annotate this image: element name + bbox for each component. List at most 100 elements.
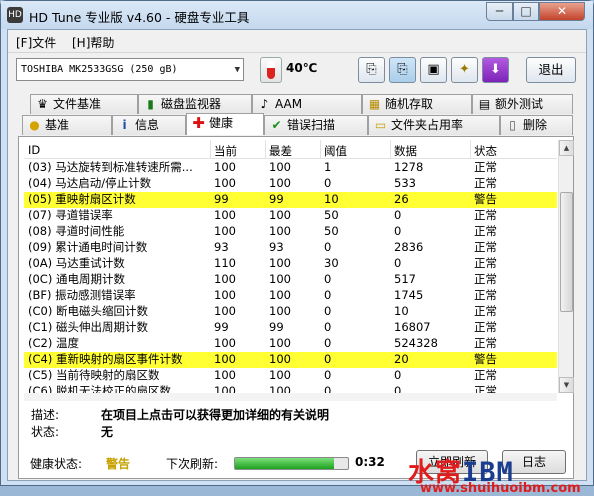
info-icon: i <box>122 118 127 132</box>
next-refresh-label: 下次刷新: <box>166 457 219 471</box>
exit-button[interactable]: 退出 <box>526 57 576 83</box>
cell-status: 正常 <box>474 304 497 318</box>
cell-id: (C6) 脱机无法校正的扇区数 <box>28 384 171 393</box>
table-row[interactable]: (C0) 断电磁头缩回计数 100 100 0 10 正常 <box>24 304 557 320</box>
cell-data: 26 <box>394 192 409 206</box>
cell-status: 正常 <box>474 368 497 382</box>
minimize-button[interactable]: ─ <box>486 2 513 21</box>
cell-threshold: 30 <box>324 256 339 270</box>
tab-folder-usage[interactable]: ▭ 文件夹占用率 <box>368 115 500 135</box>
save-icon[interactable]: ▣ <box>420 57 447 83</box>
column-header-status[interactable]: 状态 <box>474 143 497 159</box>
cell-data: 0 <box>394 368 402 382</box>
scroll-down-icon[interactable]: ▼ <box>559 377 574 393</box>
tab-label: 健康 <box>209 116 234 130</box>
tab-aam[interactable]: ♪ AAM <box>252 94 362 114</box>
column-header-data[interactable]: 数据 <box>394 143 417 159</box>
cell-status: 正常 <box>474 240 497 254</box>
tab-label: 信息 <box>135 118 160 132</box>
table-row[interactable]: (05) 重映射扇区计数 99 99 10 26 警告 <box>24 192 557 208</box>
smart-table: ID 当前 最差 阈值 数据 状态 (03) 马达旋转到标准转速所需... 100… <box>24 140 557 393</box>
download-icon[interactable]: ⬇ <box>482 57 509 83</box>
table-row[interactable]: (C6) 脱机无法校正的扇区数 100 100 0 0 正常 <box>24 384 557 393</box>
menu-help[interactable]: [H]帮助 <box>72 34 114 51</box>
column-header-id[interactable]: ID <box>28 143 40 157</box>
maximize-button[interactable]: □ <box>513 2 539 21</box>
drive-select-value: TOSHIBA MK2533GSG (250 gB) <box>21 64 178 75</box>
description-value: 在项目上点击可以获得更加详细的有关说明 <box>101 408 330 422</box>
tab-error-scan[interactable]: ✔ 错误扫描 <box>264 115 368 135</box>
tab-random-access[interactable]: ▦ 随机存取 <box>362 94 472 114</box>
cell-threshold: 0 <box>324 288 332 302</box>
cell-id: (08) 寻道时间性能 <box>28 224 125 238</box>
cell-threshold: 10 <box>324 192 339 206</box>
copy-info-icon[interactable]: ⎘ <box>389 57 416 83</box>
column-header-worst[interactable]: 最差 <box>269 143 292 159</box>
tab-disk-monitor[interactable]: ▮ 磁盘监视器 <box>138 94 252 114</box>
title-bar[interactable]: HD HD Tune 专业版 v4.60 - 硬盘专业工具 ─ □ ✕ <box>1 1 593 29</box>
cell-status: 正常 <box>474 272 497 286</box>
tab-health[interactable]: ✚ 健康 <box>186 113 264 135</box>
table-row[interactable]: (BF) 振动感测错误率 100 100 0 1745 正常 <box>24 288 557 304</box>
close-button[interactable]: ✕ <box>539 2 585 21</box>
cell-data: 1745 <box>394 288 424 302</box>
column-divider <box>390 140 391 159</box>
table-row[interactable]: (07) 寻道错误率 100 100 50 0 正常 <box>24 208 557 224</box>
table-row[interactable]: (C5) 当前待映射的扇区数 100 100 0 0 正常 <box>24 368 557 384</box>
health-panel: ID 当前 最差 阈值 数据 状态 (03) 马达旋转到标准转速所需... 100… <box>18 136 574 479</box>
horizontal-scrollbar[interactable] <box>24 393 557 401</box>
erase-icon: ▯ <box>509 118 516 132</box>
cell-id: (03) 马达旋转到标准转速所需... <box>28 160 193 174</box>
table-row[interactable]: (0C) 通电周期计数 100 100 0 517 正常 <box>24 272 557 288</box>
toolbar-divider <box>8 52 586 53</box>
status-value: 无 <box>101 425 114 439</box>
copy-icon[interactable]: ⎘ <box>358 57 385 83</box>
cell-worst: 100 <box>269 304 291 318</box>
cell-id: (BF) 振动感测错误率 <box>28 288 136 302</box>
cell-data: 2836 <box>394 240 424 254</box>
tab-file-benchmark[interactable]: ♛ 文件基准 <box>30 94 138 114</box>
tab-info[interactable]: i 信息 <box>112 115 186 135</box>
tab-label: 基准 <box>45 118 70 132</box>
table-row[interactable]: (09) 累计通电时间计数 93 93 0 2836 正常 <box>24 240 557 256</box>
scroll-up-icon[interactable]: ▲ <box>559 140 574 156</box>
tab-label: 磁盘监视器 <box>161 97 222 111</box>
scroll-thumb[interactable] <box>560 192 573 312</box>
cell-worst: 100 <box>269 368 291 382</box>
table-row[interactable]: (04) 马达启动/停止计数 100 100 0 533 正常 <box>24 176 557 192</box>
tab-extra-tests[interactable]: ▤ 额外测试 <box>472 94 573 114</box>
table-row[interactable]: (C1) 磁头伸出周期计数 99 99 0 16807 正常 <box>24 320 557 336</box>
cell-current: 100 <box>214 384 236 393</box>
tab-benchmark[interactable]: ● 基准 <box>22 115 112 135</box>
cell-threshold: 0 <box>324 368 332 382</box>
cell-data: 0 <box>394 256 402 270</box>
cell-status: 正常 <box>474 336 497 350</box>
table-row[interactable]: (03) 马达旋转到标准转速所需... 100 100 1 1278 正常 <box>24 160 557 176</box>
tab-erase[interactable]: ▯ 删除 <box>500 115 573 135</box>
cell-worst: 100 <box>269 224 291 238</box>
options-icon[interactable]: ✦ <box>451 57 478 83</box>
vertical-scrollbar[interactable]: ▲ ▼ <box>558 140 574 393</box>
cell-data: 0 <box>394 224 402 238</box>
cell-status: 正常 <box>474 176 497 190</box>
drive-select[interactable]: TOSHIBA MK2533GSG (250 gB) ▼ <box>16 58 244 81</box>
table-row[interactable]: (0A) 马达重试计数 110 100 30 0 正常 <box>24 256 557 272</box>
tab-label: 随机存取 <box>385 97 434 111</box>
cell-id: (09) 累计通电时间计数 <box>28 240 148 254</box>
cell-current: 100 <box>214 352 236 366</box>
cell-current: 93 <box>214 240 229 254</box>
refresh-progress-bar <box>234 457 349 470</box>
table-row[interactable]: (C4) 重新映射的扇区事件计数 100 100 0 20 警告 <box>24 352 557 368</box>
menu-file[interactable]: [F]文件 <box>16 34 56 51</box>
cell-worst: 100 <box>269 272 291 286</box>
table-row[interactable]: (08) 寻道时间性能 100 100 50 0 正常 <box>24 224 557 240</box>
refresh-timer: 0:32 <box>355 455 385 469</box>
status-label: 状态: <box>31 425 60 439</box>
table-row[interactable]: (C2) 温度 100 100 0 524328 正常 <box>24 336 557 352</box>
cell-data: 16807 <box>394 320 431 334</box>
column-header-threshold[interactable]: 阈值 <box>324 143 347 159</box>
cell-current: 100 <box>214 368 236 382</box>
cell-current: 100 <box>214 304 236 318</box>
cell-status: 正常 <box>474 208 497 222</box>
column-header-current[interactable]: 当前 <box>214 143 237 159</box>
